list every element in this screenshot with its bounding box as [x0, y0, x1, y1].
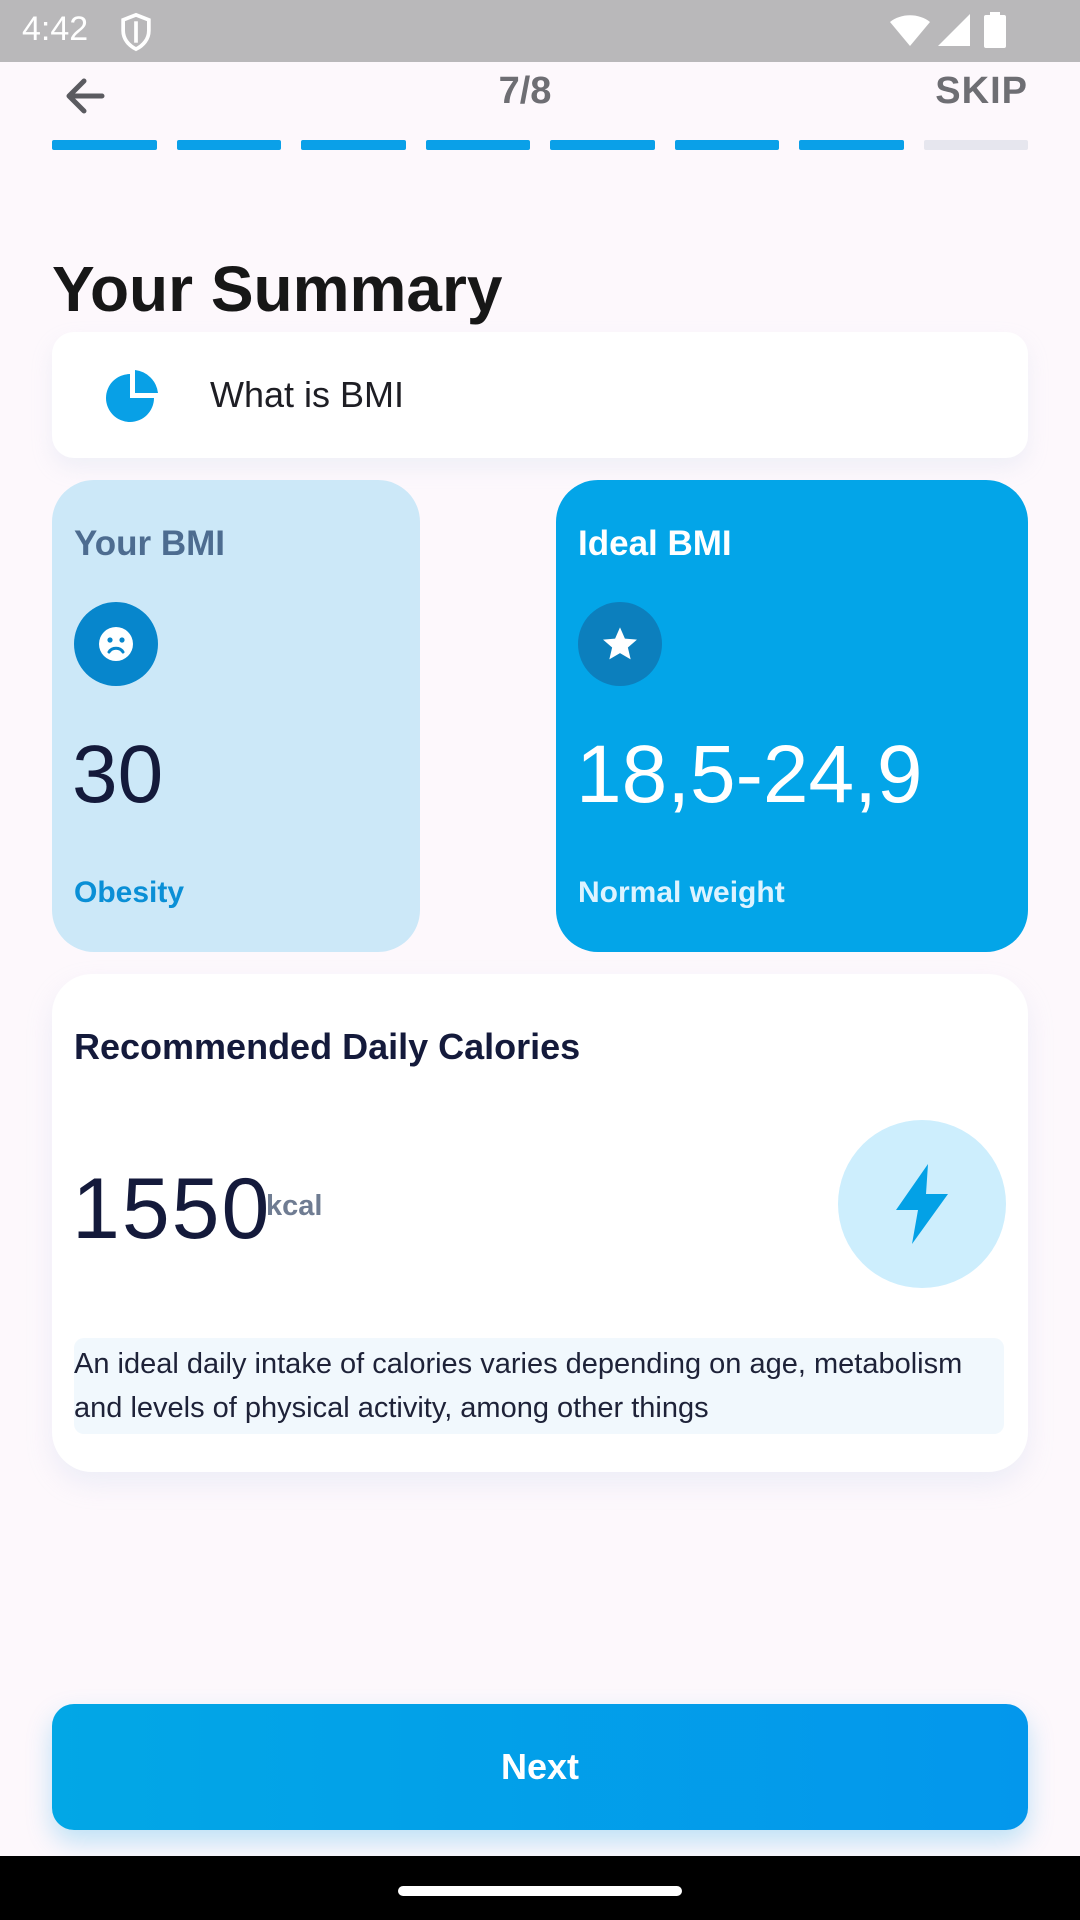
cellular-icon: [938, 14, 970, 46]
wifi-icon: [890, 15, 930, 46]
progress-segment: [799, 140, 904, 150]
sad-face-badge: [74, 602, 158, 686]
progress-segment: [301, 140, 406, 150]
skip-button[interactable]: SKIP: [935, 70, 1028, 113]
status-bar: 4:42: [0, 0, 1080, 62]
shield-icon: [121, 12, 151, 52]
calories-title: Recommended Daily Calories: [74, 1026, 581, 1067]
ideal-bmi-title: Ideal BMI: [578, 524, 732, 563]
step-counter: 7/8: [498, 70, 552, 112]
star-icon: [603, 627, 637, 660]
daily-calories-card: Recommended Daily Calories 1550 kcal An …: [52, 974, 1028, 1472]
progress-segment: [923, 140, 1028, 150]
ideal-bmi-card: Ideal BMI 18,5-24,9 Normal weight: [556, 480, 1028, 952]
ideal-bmi-status: Normal weight: [578, 876, 785, 909]
calories-unit: kcal: [266, 1190, 323, 1222]
lightning-bolt-icon: [896, 1164, 948, 1244]
calories-value: 1550: [72, 1161, 272, 1257]
progress-segment: [550, 140, 655, 150]
calories-note: An ideal daily intake of calories varies…: [74, 1338, 1004, 1434]
pie-chart-icon: [106, 370, 158, 422]
back-button[interactable]: [50, 66, 120, 126]
what-is-bmi-button[interactable]: What is BMI: [52, 332, 1028, 458]
status-time: 4:42: [22, 10, 89, 48]
sad-face-icon: [99, 627, 133, 661]
page-title: Your Summary: [52, 253, 503, 325]
your-bmi-card: Your BMI 30 Obesity: [52, 480, 420, 952]
arrow-left-icon: [66, 78, 105, 114]
lightning-badge: [838, 1120, 1006, 1288]
what-is-bmi-label: What is BMI: [210, 374, 405, 415]
progress-segment: [674, 140, 779, 150]
next-button[interactable]: Next: [52, 1704, 1028, 1830]
star-badge: [578, 602, 662, 686]
your-bmi-status: Obesity: [74, 876, 185, 909]
progress-segment: [52, 140, 157, 150]
navigation-bar: [0, 1856, 1080, 1920]
progress-segment: [176, 140, 281, 150]
battery-icon: [984, 12, 1006, 48]
your-bmi-title: Your BMI: [74, 524, 226, 563]
ideal-bmi-value: 18,5-24,9: [576, 729, 923, 820]
home-gesture-handle[interactable]: [398, 1886, 682, 1896]
your-bmi-value: 30: [72, 729, 164, 820]
progress-segment: [425, 140, 530, 150]
onboarding-progress: [52, 140, 1028, 150]
